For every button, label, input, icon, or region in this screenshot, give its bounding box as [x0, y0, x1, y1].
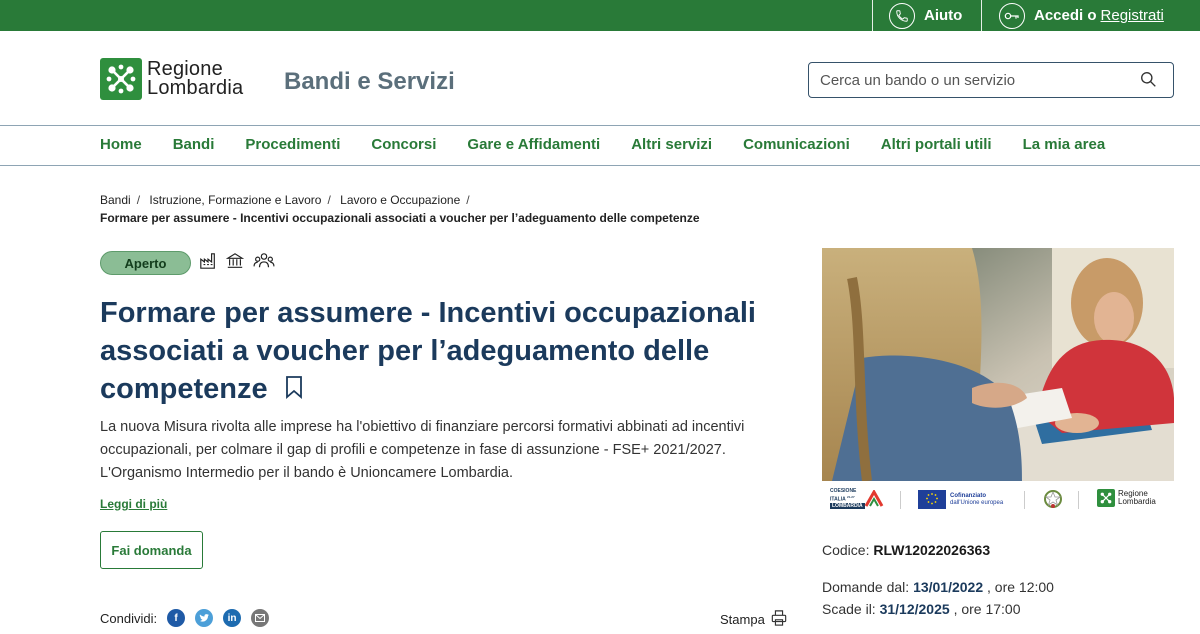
code-value: RLW12022026363 — [873, 542, 991, 558]
italian-republic-emblem — [1044, 489, 1062, 514]
coesione-logo-line3: LOMBARDIA — [830, 502, 865, 509]
rl-logo-text: Regione Lombardia — [1118, 490, 1156, 506]
open-date-value: 13/01/2022 — [913, 579, 984, 595]
nav-item-altri-portali[interactable]: Altri portali utili — [881, 136, 992, 153]
factory-icon — [199, 252, 217, 275]
page-title: Formare per assumere - Incentivi occupaz… — [100, 294, 760, 409]
breadcrumb-separator: / — [466, 193, 470, 207]
email-icon[interactable] — [251, 609, 270, 627]
nav-item-gare[interactable]: Gare e Affidamenti — [467, 136, 600, 153]
nav-item-procedimenti[interactable]: Procedimenti — [245, 136, 340, 153]
search-icon[interactable] — [1140, 71, 1157, 93]
main-navigation: Home Bandi Procedimenti Concorsi Gare e … — [0, 126, 1200, 166]
print-label: Stampa — [720, 612, 765, 627]
phone-icon — [889, 2, 915, 29]
bank-icon — [225, 252, 245, 275]
logo-divider — [1078, 491, 1079, 509]
header-photo — [822, 248, 1174, 481]
eu-flag-logo: Cofinanziato dall'Unione europea — [918, 490, 1003, 509]
breadcrumb-item[interactable]: Lavoro e Occupazione — [340, 193, 460, 207]
printer-icon — [771, 610, 787, 629]
site-title[interactable]: Bandi e Servizi — [284, 68, 455, 96]
coesione-logo-line1: COESIONE — [830, 488, 857, 494]
breadcrumb-separator: / — [327, 193, 331, 207]
eu-flag-icon — [918, 490, 946, 509]
login-link[interactable]: Accedi o — [1034, 7, 1097, 24]
coesione-logo-sup: 21-27 — [846, 495, 855, 499]
register-link[interactable]: Registrati — [1101, 7, 1164, 24]
category-icons — [199, 252, 275, 275]
eu-logo-line2: dall'Unione europea — [950, 499, 1004, 506]
share-bar: Condividi: f in — [100, 609, 270, 627]
logo-divider — [900, 491, 901, 509]
apply-button[interactable]: Fai domanda — [100, 531, 203, 569]
regione-lombardia-logo[interactable]: Regione Lombardia — [100, 58, 243, 100]
coesione-logo-line2: ITALIA — [830, 496, 846, 503]
facebook-icon[interactable]: f — [167, 609, 186, 627]
bando-dates: Domande dal: 13/01/2022 , ore 12:00 Scad… — [822, 576, 1054, 620]
topbar-divider — [981, 0, 982, 31]
close-date-label: Scade il: — [822, 601, 876, 617]
nav-item-comunicazioni[interactable]: Comunicazioni — [743, 136, 850, 153]
nav-item-altri-servizi[interactable]: Altri servizi — [631, 136, 712, 153]
coesione-italia-logo: COESIONE ITALIA 21-27 LOMBARDIA — [830, 488, 884, 510]
print-button[interactable]: Stampa — [720, 610, 787, 629]
breadcrumb: Bandi / Istruzione, Formazione e Lavoro / … — [100, 193, 700, 225]
eu-logo-text: Cofinanziato dall'Unione europea — [950, 493, 1003, 507]
close-time-value: , ore 17:00 — [953, 601, 1021, 617]
open-date-label: Domande dal: — [822, 579, 910, 595]
code-label: Codice: — [822, 542, 870, 558]
eu-logo-line1: Cofinanziato — [950, 492, 986, 499]
nav-item-bandi[interactable]: Bandi — [173, 136, 215, 153]
page-title-text: Formare per assumere - Incentivi occupaz… — [100, 297, 756, 405]
nav-item-concorsi[interactable]: Concorsi — [371, 136, 436, 153]
site-header: Regione Lombardia Bandi e Servizi — [0, 31, 1200, 126]
close-date-value: 31/12/2025 — [879, 601, 950, 617]
search-box — [808, 62, 1174, 98]
twitter-icon[interactable] — [195, 609, 214, 627]
nav-item-home[interactable]: Home — [100, 136, 142, 153]
rose-camuna-icon — [100, 58, 142, 100]
share-label: Condividi: — [100, 610, 158, 626]
rose-camuna-small-icon — [1097, 489, 1115, 507]
logo-divider — [1024, 491, 1025, 509]
nav-item-mia-area[interactable]: La mia area — [1023, 136, 1106, 153]
help-label: Aiuto — [924, 7, 963, 24]
open-date-row: Domande dal: 13/01/2022 , ore 12:00 — [822, 576, 1054, 598]
breadcrumb-current: Formare per assumere - Incentivi occupaz… — [100, 211, 700, 225]
read-more-link[interactable]: Leggi di più — [100, 497, 167, 511]
funding-logos-bar: COESIONE ITALIA 21-27 LOMBARDIA Cofinanz… — [822, 483, 1174, 515]
logo-wordmark: Regione Lombardia — [147, 59, 244, 99]
logo-line-2: Lombardia — [147, 77, 244, 99]
breadcrumb-separator: / — [136, 193, 141, 207]
close-date-row: Scade il: 31/12/2025 , ore 17:00 — [822, 598, 1054, 620]
bando-code: Codice: RLW12022026363 — [822, 542, 990, 558]
help-link[interactable]: Aiuto — [889, 0, 962, 31]
topbar-divider — [872, 0, 873, 31]
search-input[interactable] — [820, 71, 1120, 89]
top-utility-bar: Aiuto Accedi o Registrati — [0, 0, 1200, 31]
linkedin-icon[interactable]: in — [223, 609, 242, 627]
breadcrumb-item[interactable]: Istruzione, Formazione e Lavoro — [149, 193, 321, 207]
people-icon — [253, 252, 275, 275]
description-text: La nuova Misura rivolta alle imprese ha … — [100, 419, 745, 481]
breadcrumb-item[interactable]: Bandi — [100, 193, 131, 207]
regione-lombardia-small-logo: Regione Lombardia — [1097, 489, 1156, 507]
bookmark-icon[interactable] — [284, 371, 304, 409]
open-time-value: , ore 12:00 — [987, 579, 1054, 595]
login-area: Accedi o Registrati — [999, 0, 1164, 31]
key-icon — [999, 2, 1025, 29]
rl-logo-line2: Lombardia — [1118, 497, 1156, 506]
status-badge: Aperto — [100, 251, 191, 275]
